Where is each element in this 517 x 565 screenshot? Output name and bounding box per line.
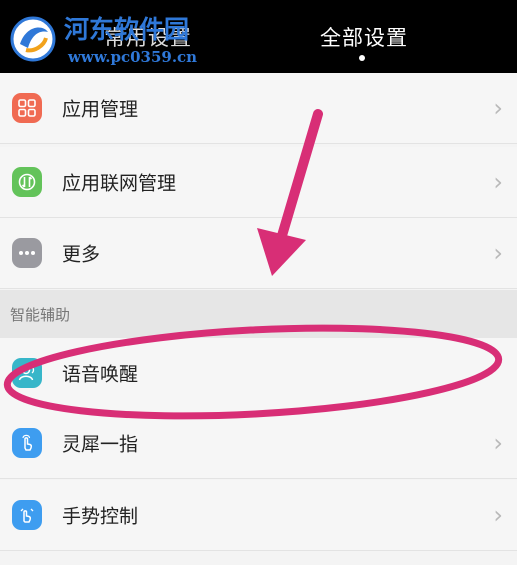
settings-row-app-management[interactable]: 应用管理 › [0,73,517,144]
tab-all-settings[interactable]: 全部设置 [320,22,408,52]
row-label: 手势控制 [62,505,139,528]
chevron-right-icon: › [493,239,503,267]
finger-touch-icon [12,428,42,458]
tab-common-settings[interactable]: 常用设置 [104,22,192,52]
active-tab-indicator [359,55,365,61]
chevron-right-icon: › [493,429,503,457]
row-label: 灵犀一指 [62,433,139,456]
settings-row-gesture-control[interactable]: 手势控制 › [0,480,517,551]
section-header-label: 智能辅助 [10,306,71,324]
row-label: 应用管理 [62,98,139,121]
row-label: 应用联网管理 [62,172,177,195]
row-label: 语音唤醒 [62,363,139,386]
more-dots-icon [12,238,42,268]
top-tab-bar: 常用设置 全部设置 [0,0,517,73]
chevron-right-icon: › [493,168,503,196]
row-label: 更多 [62,243,101,266]
chevron-right-icon: › [493,94,503,122]
voice-wake-icon [12,358,42,388]
settings-row-voice-wake[interactable]: 语音唤醒 [0,338,517,409]
settings-row-smart-finger[interactable]: 灵犀一指 › [0,408,517,479]
chevron-right-icon: › [493,501,503,529]
network-icon [12,167,42,197]
settings-row-more[interactable]: 更多 › [0,218,517,289]
gesture-icon [12,500,42,530]
settings-row-app-network[interactable]: 应用联网管理 › [0,147,517,218]
section-header: 智能辅助 [0,290,517,338]
app-grid-icon [12,93,42,123]
